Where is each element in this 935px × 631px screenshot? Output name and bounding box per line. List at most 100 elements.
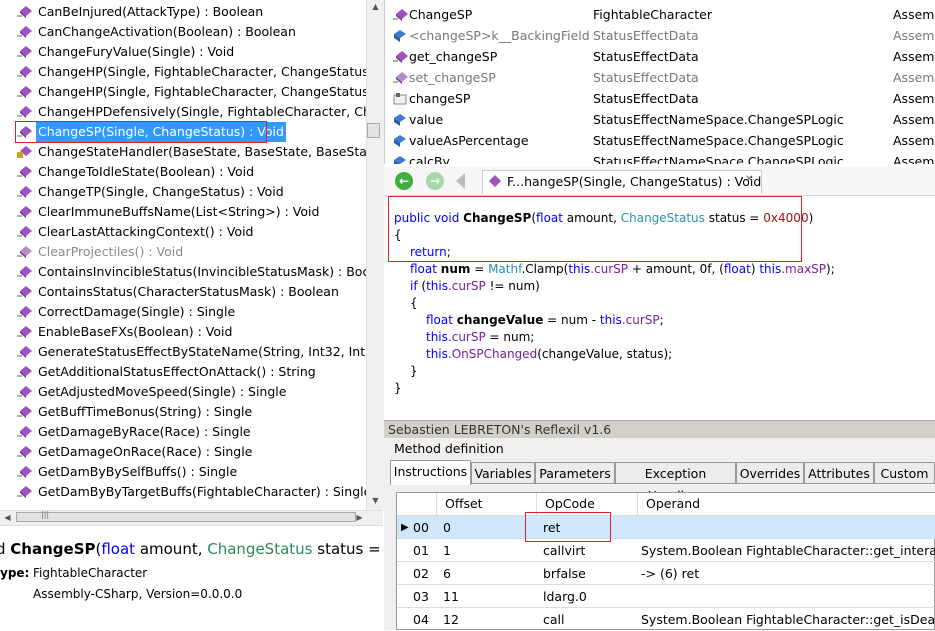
tree-vertical-scrollbar[interactable]: ▲ ▼ [366, 0, 384, 510]
cell-opcode: brfalse [543, 566, 586, 581]
tree-item[interactable]: ContainsInvincibleStatus(InvincibleStatu… [0, 262, 366, 282]
tree-item-label: ClearLastAttackingContext() : Void [38, 224, 254, 239]
code-text: ( [417, 279, 427, 293]
tree-item[interactable]: CorrectDamage(Single) : Single [0, 302, 366, 322]
tree-item[interactable]: GetAdditionalStatusEffectOnAttack() : St… [0, 362, 366, 382]
instruction-row[interactable]: 04 12 call System.Boolean FightableCharacte… [397, 607, 935, 631]
tab-overrides[interactable]: Overrides [736, 462, 804, 484]
tree-item[interactable]: ClearImmuneBuffsName(List<String>) : Voi… [0, 202, 366, 222]
member-assembly: Assemb [893, 133, 935, 148]
history-dropdown-icon[interactable] [456, 173, 465, 189]
tab-custom-a[interactable]: Custom a [874, 462, 935, 503]
tree-item-label: ClearImmuneBuffsName(List<String>) : Voi… [38, 204, 320, 219]
sig-prefix: d [0, 540, 6, 558]
tree-item[interactable]: GetDamByByTargetBuffs(FightableCharacter… [0, 482, 366, 502]
column-header-operand[interactable]: Operand [638, 493, 935, 515]
method-icon [17, 385, 33, 399]
forward-icon[interactable]: → [426, 172, 444, 190]
row-index: 03 [413, 589, 429, 604]
code-line-7: float changeValue = num - this.curSP; [426, 312, 664, 329]
tab-instructions[interactable]: Instructions [390, 460, 471, 485]
tree-item[interactable]: ChangeToIdleState(Boolean) : Void [0, 162, 366, 182]
method-icon [17, 185, 33, 199]
section-label: Method definition [394, 441, 504, 456]
member-type: StatusEffectNameSpace.ChangeSPLogic [593, 133, 844, 148]
scroll-down-icon[interactable]: ▼ [368, 494, 383, 508]
sig-name: ChangeSP [10, 540, 96, 558]
member-name: <changeSP>k__BackingField [409, 28, 590, 43]
tab-decompiled-method[interactable]: F...hangeSP(Single, ChangeStatus) : Void… [482, 170, 762, 194]
member-row[interactable]: calcBy StatusEffectNameSpace.ChangeSPLogi… [385, 151, 935, 164]
tree-item-label: EnableBaseFXs(Boolean) : Void [38, 324, 233, 339]
tree-item[interactable]: ChangeHPDefensively(Single, FightableCha… [0, 102, 366, 122]
sig-type: ChangeStatus [207, 540, 313, 558]
instruction-row[interactable]: 02 6 brfalse -> (6) ret [397, 561, 935, 585]
horizontal-scroll-thumb[interactable]: ||| [16, 510, 356, 522]
scroll-up-icon[interactable]: ▲ [368, 0, 383, 14]
opcode-highlight-box [525, 512, 611, 542]
member-row[interactable]: changeSP StatusEffectData Assemb [385, 88, 935, 109]
tree-item-label: ContainsInvincibleStatus(InvincibleStatu… [38, 264, 366, 279]
field-ref: .curSP [447, 279, 486, 293]
back-icon[interactable]: ← [395, 172, 413, 190]
tree-item[interactable]: CanBeInjured(AttackType) : Boolean [0, 2, 366, 22]
tree-item[interactable]: ChangeFuryValue(Single) : Void [0, 42, 366, 62]
member-name: ChangeSP [409, 7, 473, 22]
field-icon [393, 29, 407, 43]
analyzer-member-list: ChangeSPFightableCharacterAssemb<changeS… [384, 0, 935, 164]
method-icon [17, 65, 33, 79]
code-text: + amount, 0f, ( [628, 262, 724, 276]
instruction-row[interactable]: 03 11 ldarg.0 [397, 584, 935, 608]
tree-item[interactable]: CanChangeActivation(Boolean) : Boolean [0, 22, 366, 42]
instruction-row[interactable]: ▶ 00 0 ret [397, 515, 935, 539]
row-index: 02 [413, 566, 429, 581]
member-row[interactable]: get_changeSP StatusEffectData Assemb [385, 46, 935, 67]
member-type: StatusEffectData [593, 91, 699, 106]
variable-name: num [440, 262, 471, 276]
member-name: changeSP [409, 91, 471, 106]
tree-item[interactable]: ChangeTP(Single, ChangeStatus) : Void [0, 182, 366, 202]
tab-exception-handlers[interactable]: Exception Handlers [615, 462, 736, 503]
tab-attributes[interactable]: Attributes [804, 462, 874, 484]
tree-item[interactable]: ContainsStatus(CharacterStatusMask) : Bo… [0, 282, 366, 302]
member-row[interactable]: <changeSP>k__BackingField StatusEffectDat… [385, 25, 935, 46]
method-icon [17, 445, 33, 459]
member-row[interactable]: set_changeSP StatusEffectData Assemb [385, 67, 935, 88]
field-icon [393, 155, 407, 164]
keyword: this [426, 279, 448, 293]
tree-item-label: GenerateStatusEffectByStateName(String, … [38, 344, 366, 359]
tree-item[interactable]: GetBuffTimeBonus(String) : Single [0, 402, 366, 422]
member-row[interactable]: valueAsPercentage StatusEffectNameSpace.C… [385, 130, 935, 151]
method-lock-icon [17, 145, 33, 159]
tree-item[interactable]: GetDamageOnRace(Race) : Single [0, 442, 366, 462]
code-text: ) [808, 211, 814, 225]
tree-item-label: GetDamageByRace(Race) : Single [38, 424, 251, 439]
scroll-left-icon[interactable]: ◀ [0, 511, 15, 525]
tree-item[interactable]: ClearLastAttackingContext() : Void [0, 222, 366, 242]
member-assembly: Assemb [893, 49, 935, 64]
member-row[interactable]: ChangeSP FightableCharacter Assemb [385, 4, 935, 25]
member-name: valueAsPercentage [409, 133, 529, 148]
tree-item[interactable]: GenerateStatusEffectByStateName(String, … [0, 342, 366, 362]
tree-item[interactable]: ChangeHP(Single, FightableCharacter, Cha… [0, 82, 366, 102]
tab-parameters[interactable]: Parameters [535, 462, 615, 484]
code-line-5: if (this.curSP != num) [410, 278, 540, 295]
tree-item[interactable]: GetAdjustedMoveSpeed(Single) : Single [0, 382, 366, 402]
tree-item[interactable]: ChangeHP(Single, FightableCharacter, Cha… [0, 62, 366, 82]
tree-item[interactable]: GetDamByBySelfBuffs() : Single [0, 462, 366, 482]
vertical-scroll-thumb[interactable] [367, 123, 380, 138]
tree-item-label: ContainsStatus(CharacterStatusMask) : Bo… [38, 284, 339, 299]
instruction-row[interactable]: 01 1 callvirt System.Boolean FightableChara… [397, 538, 935, 562]
member-row[interactable]: value StatusEffectNameSpace.ChangeSPLogic… [385, 109, 935, 130]
keyword: if [410, 279, 418, 293]
tree-item[interactable]: ChangeStateHandler(BaseState, BaseState,… [0, 142, 366, 162]
code-text: = [470, 262, 489, 276]
tab-variables[interactable]: Variables [471, 462, 535, 484]
tree-item[interactable]: ClearProjectiles() : Void [0, 242, 366, 262]
keyword: this [759, 262, 782, 276]
close-icon[interactable]: ✕ [745, 174, 753, 185]
tree-item[interactable]: EnableBaseFXs(Boolean) : Void [0, 322, 366, 342]
instructions-grid[interactable]: Offset OpCode Operand ▶ 00 0 ret 01 1 callvirt… [396, 492, 935, 630]
tree-item[interactable]: GetDamageByRace(Race) : Single [0, 422, 366, 442]
column-header-offset[interactable]: Offset [437, 493, 537, 515]
